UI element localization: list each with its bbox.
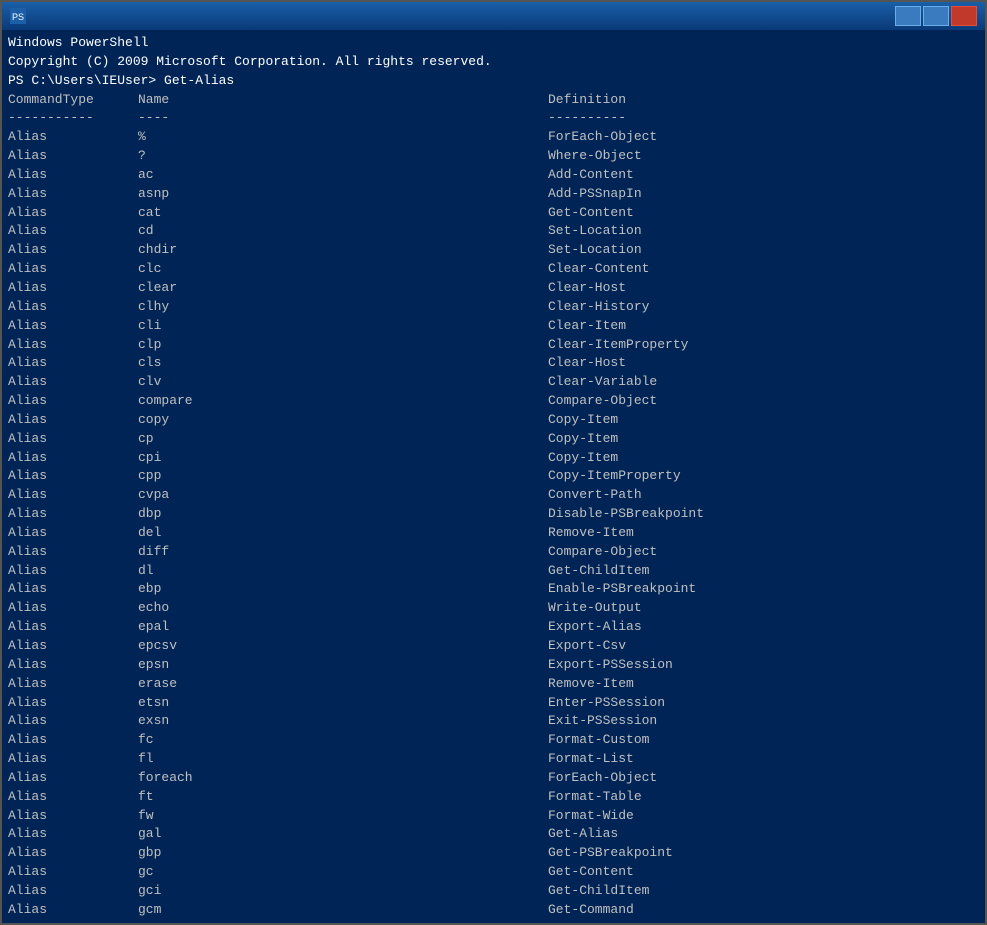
table-row: AliasdbpDisable-PSBreakpoint xyxy=(8,505,979,524)
column-headers: CommandTypeNameDefinition xyxy=(8,91,979,110)
table-row: AliasfcFormat-Custom xyxy=(8,731,979,750)
table-row: AliasclsClear-Host xyxy=(8,354,979,373)
title-bar-left: PS xyxy=(10,8,32,24)
table-row: AliasclpClear-ItemProperty xyxy=(8,336,979,355)
table-row: AliasgbpGet-PSBreakpoint xyxy=(8,844,979,863)
table-row: Alias%ForEach-Object xyxy=(8,128,979,147)
table-row: AliasfwFormat-Wide xyxy=(8,807,979,826)
table-row: AliasclcClear-Content xyxy=(8,260,979,279)
powershell-icon: PS xyxy=(10,8,26,24)
table-row: AliascatGet-Content xyxy=(8,204,979,223)
table-row: AliasetsnEnter-PSSession xyxy=(8,694,979,713)
table-row: AliascpiCopy-Item xyxy=(8,449,979,468)
title-bar: PS xyxy=(2,2,985,30)
table-row: AliasgcmGet-Command xyxy=(8,901,979,919)
table-row: AliasclvClear-Variable xyxy=(8,373,979,392)
table-row: AliascompareCompare-Object xyxy=(8,392,979,411)
title-bar-buttons xyxy=(895,6,977,26)
svg-text:PS: PS xyxy=(12,12,24,22)
table-row: AliasepsnExport-PSSession xyxy=(8,656,979,675)
table-row: AliaschdirSet-Location xyxy=(8,241,979,260)
table-row: AliascvpaConvert-Path xyxy=(8,486,979,505)
table-row: AliasexsnExit-PSSession xyxy=(8,712,979,731)
maximize-button[interactable] xyxy=(923,6,949,26)
console-area: Windows PowerShellCopyright (C) 2009 Mic… xyxy=(2,30,985,923)
table-row: AliascpCopy-Item xyxy=(8,430,979,449)
table-row: AliasepalExport-Alias xyxy=(8,618,979,637)
table-row: AliasdiffCompare-Object xyxy=(8,543,979,562)
table-row: AliasechoWrite-Output xyxy=(8,599,979,618)
table-row: AliasftFormat-Table xyxy=(8,788,979,807)
table-row: AliasgciGet-ChildItem xyxy=(8,882,979,901)
table-row: AliascopyCopy-Item xyxy=(8,411,979,430)
table-row: AliasacAdd-Content xyxy=(8,166,979,185)
header-line: Windows PowerShell xyxy=(8,34,979,53)
table-row: AliascppCopy-ItemProperty xyxy=(8,467,979,486)
table-row: AliasepcsvExport-Csv xyxy=(8,637,979,656)
table-row: AliascliClear-Item xyxy=(8,317,979,336)
table-row: AliascdSet-Location xyxy=(8,222,979,241)
minimize-button[interactable] xyxy=(895,6,921,26)
table-row: AliasgcGet-Content xyxy=(8,863,979,882)
table-row: AliasdlGet-ChildItem xyxy=(8,562,979,581)
table-row: AliaseraseRemove-Item xyxy=(8,675,979,694)
table-row: AliasgalGet-Alias xyxy=(8,825,979,844)
window: PS Windows PowerShellCopyright (C) 2009 … xyxy=(0,0,987,925)
table-row: AliasclhyClear-History xyxy=(8,298,979,317)
table-row: AliasebpEnable-PSBreakpoint xyxy=(8,580,979,599)
table-row: AliasflFormat-List xyxy=(8,750,979,769)
console-content[interactable]: Windows PowerShellCopyright (C) 2009 Mic… xyxy=(8,34,979,919)
header-line: PS C:\Users\IEUser> Get-Alias xyxy=(8,72,979,91)
table-row: AliasforeachForEach-Object xyxy=(8,769,979,788)
column-separators: ------------------------- xyxy=(8,109,979,128)
table-row: AliasdelRemove-Item xyxy=(8,524,979,543)
table-row: AliasasnpAdd-PSSnapIn xyxy=(8,185,979,204)
close-button[interactable] xyxy=(951,6,977,26)
header-line: Copyright (C) 2009 Microsoft Corporation… xyxy=(8,53,979,72)
table-row: Alias?Where-Object xyxy=(8,147,979,166)
table-row: AliasclearClear-Host xyxy=(8,279,979,298)
